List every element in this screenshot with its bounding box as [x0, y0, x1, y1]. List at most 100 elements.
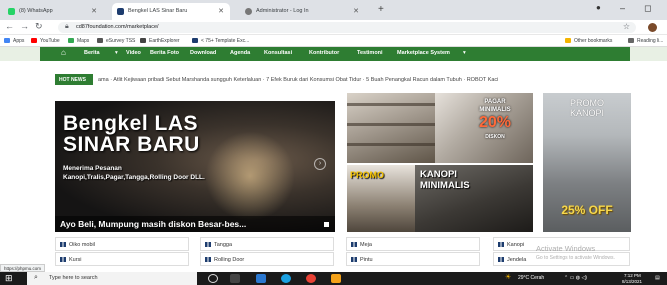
slider-services: Kanopi,Tralis,Pagar,Tangga,Rolling Door …: [63, 174, 205, 181]
task-view-icon[interactable]: [230, 274, 240, 283]
bookmark-other[interactable]: Other bookmarks: [565, 38, 612, 44]
structure-image: [347, 123, 435, 126]
bookmarks-bar: Apps YouTube Maps eSurvey TSS EarthExplo…: [0, 35, 667, 47]
bookmark-label: YouTube: [40, 38, 60, 44]
youtube-icon: [31, 38, 37, 43]
profile-dot-icon[interactable]: ●: [596, 3, 601, 12]
slider-indicator[interactable]: [324, 222, 329, 227]
nav-marketplace-system[interactable]: Marketplace System: [397, 50, 450, 56]
windows-start-icon[interactable]: ⊞: [5, 274, 15, 283]
site-favicon-icon: [117, 8, 124, 15]
category-rolling-door[interactable]: Rolling Door: [200, 252, 334, 266]
browser-tab-strip: (8) WhatsApp ✕ Bengkel LAS Sinar Baru ✕ …: [0, 0, 667, 20]
reading-list-icon: [628, 38, 634, 43]
close-icon[interactable]: ✕: [91, 7, 97, 15]
folder-icon: [565, 38, 571, 43]
category-meja[interactable]: Meja: [346, 237, 480, 251]
reload-icon[interactable]: ↻: [35, 21, 43, 32]
file-explorer-icon[interactable]: [256, 274, 266, 283]
close-icon[interactable]: ✕: [218, 7, 224, 15]
home-icon[interactable]: ⌂: [61, 48, 66, 57]
chevron-right-icon[interactable]: ›: [314, 158, 326, 170]
clock-time[interactable]: 7:12 PM: [624, 273, 641, 278]
bookmark-label: Maps: [77, 38, 90, 44]
nav-konsultasi[interactable]: Konsultasi: [264, 50, 292, 56]
ticker-text[interactable]: ama · Atlit Kejiwaan pribadi Sebut Marsh…: [98, 77, 498, 83]
category-icon: [351, 242, 357, 247]
main-slider[interactable]: Bengkel LAS SINAR BARU Menerima Pesanan …: [55, 101, 335, 232]
back-icon[interactable]: ←: [5, 21, 14, 31]
notification-icon[interactable]: ▤: [655, 275, 660, 281]
edge-icon[interactable]: [281, 274, 291, 283]
nav-kontributor[interactable]: Kontributor: [309, 50, 339, 56]
activate-windows-title: Activate Windows: [536, 244, 596, 253]
address-bar[interactable]: 🔒︎ cd87foundation.com/marketplace/ ☆: [58, 22, 636, 33]
promo-tile-kanopi-offer[interactable]: PROMO KANOPI 25% OFF: [543, 93, 631, 232]
site-navigation: ⌂ Berita ▾ Video Berita Foto Download Ag…: [0, 47, 667, 61]
app-icon[interactable]: [331, 274, 341, 283]
taskbar-search-placeholder: Type here to search: [49, 275, 98, 281]
template-icon: [192, 38, 198, 43]
bookmark-earthexplorer[interactable]: EarthExplorer: [140, 38, 180, 44]
activate-windows-hint: Go to Settings to activate Windows.: [536, 255, 615, 261]
forward-icon[interactable]: →: [20, 21, 29, 31]
nav-download[interactable]: Download: [190, 50, 216, 56]
close-icon[interactable]: ✕: [353, 7, 359, 15]
promo-pagar-line1: PAGAR: [484, 99, 506, 105]
weather-icon: ☀: [505, 274, 512, 281]
slider-title: Bengkel LAS SINAR BARU: [63, 113, 200, 155]
promo-kanopi-line2: MINIMALIS: [420, 180, 470, 191]
promo-pagar-line2: MINIMALIS: [479, 107, 511, 113]
bookmark-youtube[interactable]: YouTube: [31, 38, 60, 44]
bookmark-star-icon[interactable]: ☆: [623, 22, 630, 31]
nav-video[interactable]: Video: [126, 50, 141, 56]
category-label: Jendela: [507, 257, 527, 263]
tab-administrator[interactable]: Administrator - Log In ✕: [240, 3, 365, 20]
clock-date[interactable]: 8/13/2021: [622, 279, 642, 284]
esurvey-icon: [97, 38, 103, 43]
nav-berita-foto[interactable]: Berita Foto: [150, 50, 179, 56]
taskbar-search-input[interactable]: ⌕ Type here to search: [27, 272, 197, 285]
bookmark-reading-list[interactable]: Reading li...: [628, 38, 663, 44]
slider-caption[interactable]: Ayo Beli, Mumpung masih diskon Besar-bes…: [55, 216, 335, 232]
category-label: Kanopi: [507, 242, 525, 248]
chrome-icon[interactable]: [306, 274, 316, 283]
url-text[interactable]: cd87foundation.com/marketplace/: [76, 24, 159, 30]
bookmark-esurvey[interactable]: eSurvey TSS: [97, 38, 135, 44]
nav-berita-caret-icon: ▾: [115, 50, 118, 56]
category-kursi[interactable]: Kursi: [55, 252, 189, 266]
category-oiko-mobil[interactable]: Oiko mobil: [55, 237, 189, 251]
promo-tile-bridge[interactable]: [347, 93, 435, 163]
bookmark-apps[interactable]: Apps: [4, 38, 24, 44]
tab-whatsapp[interactable]: (8) WhatsApp ✕: [3, 3, 103, 20]
promo-tile-kanopi-minimalis[interactable]: KANOPI MINIMALIS: [415, 165, 533, 232]
promo-kanopi-line1: KANOPI: [420, 169, 457, 180]
structure-image: [347, 143, 435, 146]
tab-bengkel[interactable]: Bengkel LAS Sinar Baru ✕: [112, 3, 230, 20]
promo-tile-promo[interactable]: PROMO: [347, 165, 415, 232]
promo-label: PROMO: [350, 170, 385, 180]
bookmark-label: Reading li...: [637, 38, 664, 44]
nav-berita[interactable]: Berita: [84, 50, 100, 56]
tray-icons[interactable]: ⌃ ▭ ◍ ◁): [564, 275, 587, 281]
category-pintu[interactable]: Pintu: [346, 252, 480, 266]
minimize-icon[interactable]: –: [620, 3, 625, 13]
nav-agenda[interactable]: Agenda: [230, 50, 250, 56]
nav-marketplace-caret-icon: ▾: [463, 50, 466, 56]
bookmark-maps[interactable]: Maps: [68, 38, 89, 44]
bookmark-template[interactable]: < 75+ Template Exc...: [192, 38, 249, 44]
slider-title-line1: Bengkel LAS: [63, 112, 199, 135]
nav-testimoni[interactable]: Testimoni: [357, 50, 383, 56]
slider-title-line2: SINAR BARU: [63, 133, 200, 156]
avatar[interactable]: [648, 23, 657, 32]
promo-tile-pagar[interactable]: PAGAR MINIMALIS 20% DISKON: [435, 93, 533, 163]
cortana-icon[interactable]: [208, 274, 218, 283]
category-icon: [205, 257, 211, 262]
promo-pagar-percent: 20%: [478, 114, 512, 131]
promo-pagar-line3: DISKON: [485, 134, 505, 140]
new-tab-icon[interactable]: +: [378, 4, 384, 15]
maximize-icon[interactable]: ◻: [644, 3, 651, 14]
weather-text[interactable]: 29°C Cerah: [518, 275, 544, 281]
lock-icon: 🔒︎: [65, 23, 69, 30]
category-tangga[interactable]: Tangga: [200, 237, 334, 251]
